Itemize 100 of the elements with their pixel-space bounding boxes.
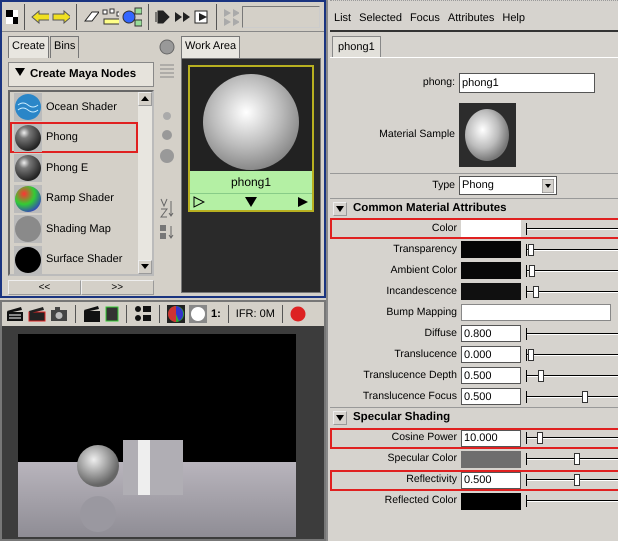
number-field[interactable]: 0.000 — [461, 346, 521, 364]
collapse-toggle[interactable] — [333, 410, 347, 425]
slider-thumb[interactable] — [574, 474, 580, 486]
sort-icon[interactable] — [159, 198, 176, 218]
number-field[interactable]: 0.500 — [461, 367, 521, 384]
shader-node[interactable]: phong1 — [188, 64, 314, 212]
color-swatch[interactable] — [461, 283, 521, 300]
node-item[interactable]: Surface Shader — [10, 244, 138, 275]
menu-item[interactable]: Help — [502, 10, 525, 26]
collapse-toggle[interactable] — [333, 202, 347, 216]
ipr-stop-icon[interactable] — [290, 306, 306, 322]
slider-thumb[interactable] — [528, 244, 534, 256]
frame-info: IFR: 0M — [236, 306, 275, 322]
tab[interactable]: Bins — [50, 36, 80, 58]
nav-button[interactable]: << — [8, 280, 81, 295]
in-out-connections-icon[interactable] — [174, 10, 192, 24]
slider-thumb[interactable] — [574, 453, 580, 465]
material-sample-label: Material Sample — [378, 127, 456, 142]
tab[interactable]: phong1 — [332, 36, 381, 57]
name-label: phong: — [422, 75, 456, 90]
scrollbar[interactable] — [138, 92, 152, 274]
graph-nodes-icon[interactable] — [102, 8, 120, 26]
color-swatch[interactable] — [461, 492, 521, 510]
name-field[interactable]: phong1 — [459, 73, 595, 93]
graph-network-icon[interactable] — [122, 6, 142, 26]
menu-item[interactable]: List — [334, 10, 352, 26]
menu-item[interactable]: Selected — [359, 10, 402, 26]
shader-swatch-icon — [14, 154, 42, 182]
number-field[interactable]: 10.000 — [461, 430, 521, 446]
menu-item[interactable]: Focus — [410, 10, 440, 26]
shader-swatch-icon — [14, 124, 42, 152]
node-item[interactable]: Ocean Shader — [10, 92, 138, 122]
graph-field[interactable] — [242, 6, 320, 28]
caret-icon — [336, 414, 344, 421]
play-outline-icon[interactable] — [193, 196, 205, 208]
number-field[interactable]: 0.800 — [461, 325, 521, 342]
dropdown-arrow-icon[interactable] — [245, 196, 257, 208]
clapper-icon[interactable] — [6, 306, 24, 322]
type-label: Type — [431, 178, 456, 193]
sort-type-icon[interactable] — [159, 224, 176, 240]
alpha-channel-icon[interactable] — [189, 305, 207, 323]
output-connections-icon[interactable] — [194, 10, 210, 24]
attribute-label: Incandescence — [385, 284, 458, 299]
menu-item[interactable]: Attributes — [448, 10, 494, 26]
attribute-label: Translucence — [393, 346, 458, 362]
slider-thumb[interactable] — [538, 370, 544, 382]
ipr-render-icon[interactable] — [83, 305, 101, 323]
shader-swatch-icon — [14, 184, 42, 212]
ipr-refresh-icon[interactable] — [105, 306, 119, 322]
attribute-label: Color — [430, 220, 458, 236]
attribute-label: Cosine Power — [390, 430, 458, 446]
back-arrow-icon[interactable] — [31, 10, 49, 24]
attribute-label: Translucence Focus — [362, 388, 458, 404]
slider-thumb[interactable] — [536, 432, 543, 444]
section-toggle[interactable]: Create Maya Nodes — [8, 62, 154, 87]
number-field[interactable]: 0.500 — [461, 388, 521, 406]
attribute-label: Reflected Color — [384, 493, 458, 508]
color-swatch[interactable] — [461, 220, 521, 238]
map-field[interactable] — [461, 304, 611, 322]
node-item[interactable]: Ramp Shader — [10, 183, 138, 214]
checker-icon[interactable] — [6, 10, 18, 24]
shader-swatch-icon — [14, 246, 42, 274]
slider-thumb[interactable] — [529, 264, 536, 277]
number-field[interactable]: 0.500 — [461, 472, 521, 488]
attribute-label: Translucence Depth — [362, 368, 458, 383]
large-swatch-icon[interactable] — [159, 148, 176, 164]
slider-thumb[interactable] — [528, 348, 534, 361]
shader-swatch-icon — [14, 215, 42, 243]
scroll-up-icon[interactable] — [140, 96, 149, 102]
medium-swatch-icon[interactable] — [160, 128, 174, 142]
rgb-channels-icon[interactable] — [167, 305, 185, 323]
attribute-label: Ambient Color — [389, 262, 458, 278]
attribute-label: Specular Color — [386, 451, 458, 466]
render-settings-icon[interactable] — [134, 305, 152, 323]
camera-icon[interactable] — [50, 306, 68, 322]
play-icon[interactable] — [297, 196, 309, 208]
attribute-label: Reflectivity — [405, 472, 458, 488]
sphere-swatch-icon[interactable] — [158, 38, 176, 56]
type-dropdown[interactable]: Phong — [459, 176, 557, 195]
input-connections-icon[interactable] — [154, 10, 171, 24]
eraser-icon[interactable] — [82, 8, 99, 24]
shader-swatch-icon — [14, 93, 42, 121]
slider-thumb[interactable] — [533, 286, 539, 298]
attribute-label: Transparency — [392, 242, 458, 257]
color-swatch[interactable] — [461, 450, 521, 468]
zoom-ratio[interactable]: 1: — [211, 306, 221, 322]
tab[interactable]: Create — [8, 36, 50, 58]
color-swatch[interactable] — [461, 262, 521, 280]
slider-thumb[interactable] — [582, 390, 588, 403]
node-item[interactable]: Shading Map — [10, 214, 138, 244]
scroll-down-icon[interactable] — [140, 264, 149, 270]
color-swatch[interactable] — [461, 241, 521, 258]
dropdown-arrow-icon[interactable] — [542, 178, 554, 192]
node-item[interactable]: Phong — [10, 122, 138, 153]
forward-arrow-icon[interactable] — [52, 10, 70, 24]
nav-button[interactable]: >> — [80, 280, 154, 295]
small-swatch-icon[interactable] — [161, 110, 174, 122]
clapper-region-icon[interactable] — [28, 306, 46, 322]
node-item[interactable]: Phong E — [10, 152, 138, 184]
tab[interactable]: Work Area — [181, 36, 240, 58]
